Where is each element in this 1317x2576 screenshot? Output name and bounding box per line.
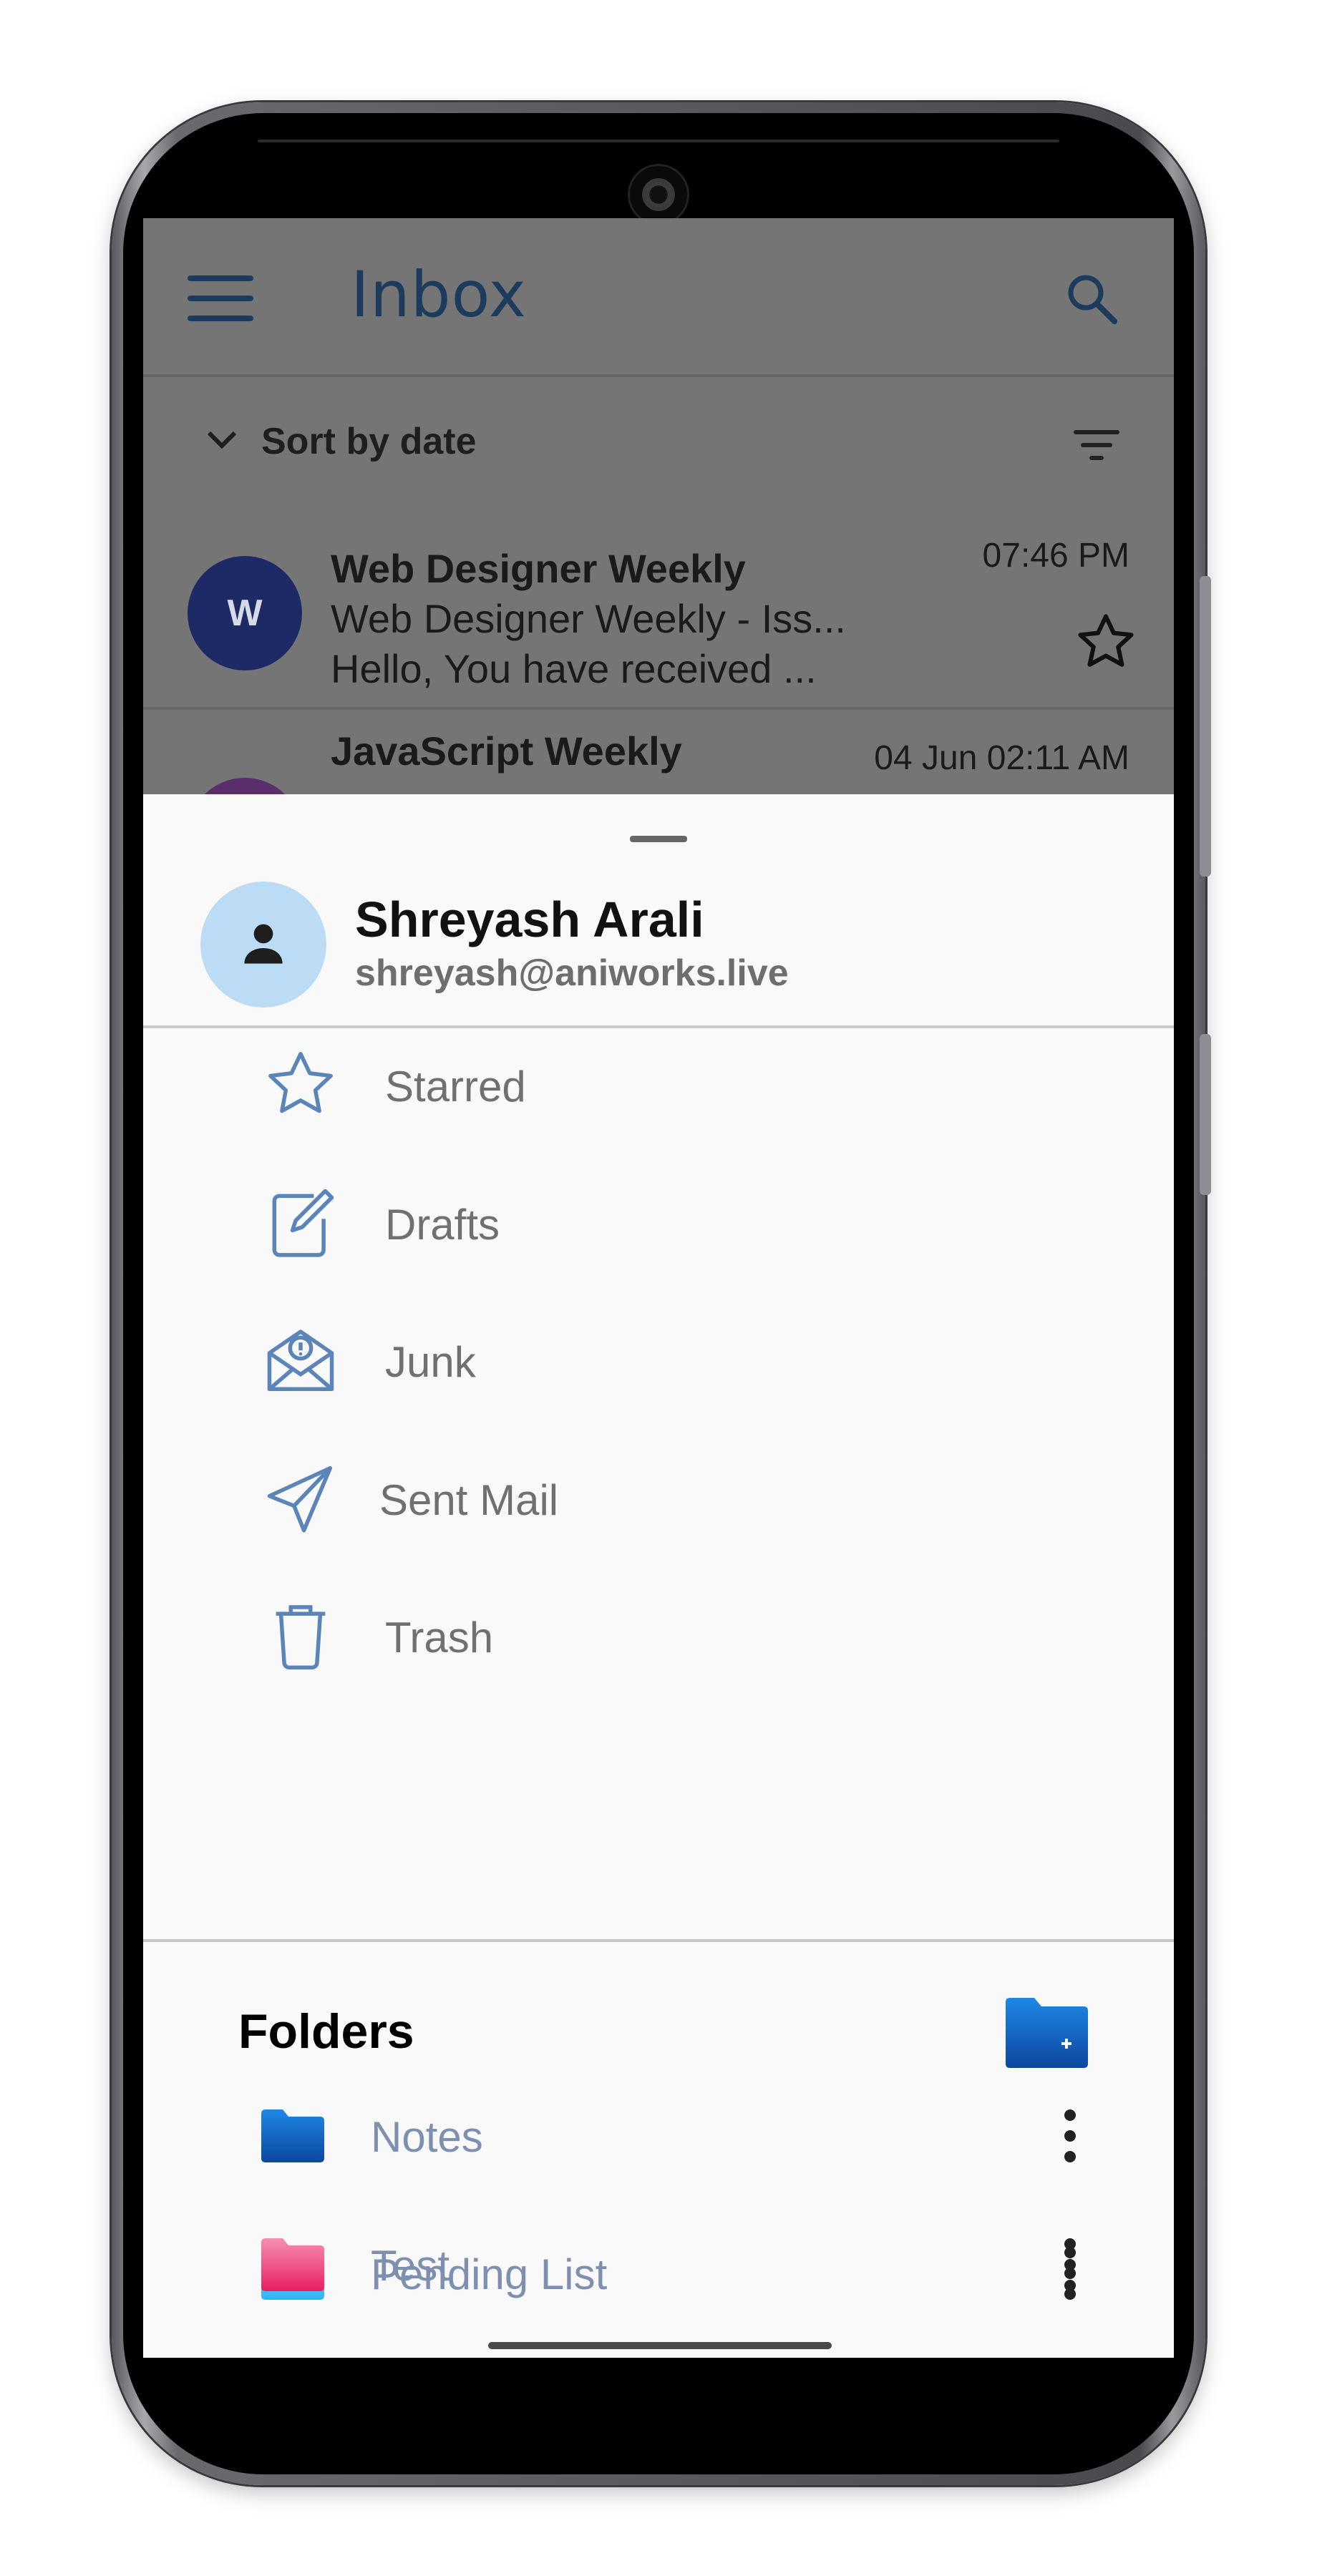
power-button [1200,1034,1211,1195]
chevron-down-icon [207,431,237,449]
list-item[interactable]: W Web Designer Weekly Web Designer Weekl… [143,506,1174,710]
trash-icon [276,1605,326,1670]
mail-time: 07:46 PM [982,537,1129,575]
front-camera [630,166,687,223]
folders-title: Folders [238,2004,414,2059]
profile-email: shreyash@aniworks.live [355,952,789,994]
folder-label: Notes [371,2113,483,2161]
send-icon [267,1466,332,1533]
page-title: Inbox [351,258,527,331]
volume-button [1200,576,1211,877]
drag-handle[interactable] [630,836,687,842]
app-bar: Inbox [143,218,1174,377]
mail-preview: Hello, You have received ... [331,646,817,691]
nav-item-starred[interactable]: Starred [143,1018,1174,1139]
menu-icon[interactable] [188,275,253,321]
screen: Inbox Sort by date W Web Designer Weekly… [143,218,1174,2358]
home-indicator[interactable] [488,2342,832,2349]
star-icon [268,1052,333,1113]
mail-time: 04 Jun 02:11 AM [874,739,1129,777]
drafts-icon [272,1189,334,1257]
navigation-sheet: Shreyash Arali shreyash@aniworks.live St… [143,794,1174,2358]
search-icon[interactable] [1063,270,1120,327]
folder-icon [261,2238,324,2291]
mail-subject: Web Designer Weekly - Iss... [331,596,846,641]
sort-row[interactable]: Sort by date [143,377,1174,506]
add-folder-icon[interactable] [1006,1996,1088,2068]
nav-item-label: Drafts [385,1201,500,1249]
folder-item-notes[interactable]: Notes [143,2075,1174,2197]
more-options-icon[interactable] [1056,2104,1084,2168]
star-icon[interactable] [1074,610,1138,674]
nav-item-label: Sent Mail [379,1476,559,1524]
folder-icon [261,2109,324,2162]
person-icon [244,924,283,964]
nav-item-label: Trash [385,1614,494,1662]
filter-icon[interactable] [1074,427,1119,463]
nav-item-sent-mail[interactable]: Sent Mail [143,1431,1174,1553]
nav-item-label: Junk [385,1338,476,1386]
nav-item-trash[interactable]: Trash [143,1568,1174,1690]
divider [143,1939,1174,1942]
mail-sender: JavaScript Weekly [331,728,682,774]
nav-item-junk[interactable]: Junk [143,1293,1174,1415]
nav-item-label: Starred [385,1063,526,1111]
avatar: W [188,556,302,670]
nav-item-drafts[interactable]: Drafts [143,1156,1174,1277]
earpiece-speaker [258,140,1059,142]
more-options-icon[interactable] [1056,2233,1084,2297]
sort-label: Sort by date [261,421,477,462]
folder-item-test[interactable]: Test [143,2204,1174,2326]
folder-label: Test [371,2242,450,2290]
avatar[interactable] [200,882,326,1008]
junk-icon [267,1330,334,1391]
profile-name: Shreyash Arali [355,892,704,947]
mail-sender: Web Designer Weekly [331,546,746,591]
